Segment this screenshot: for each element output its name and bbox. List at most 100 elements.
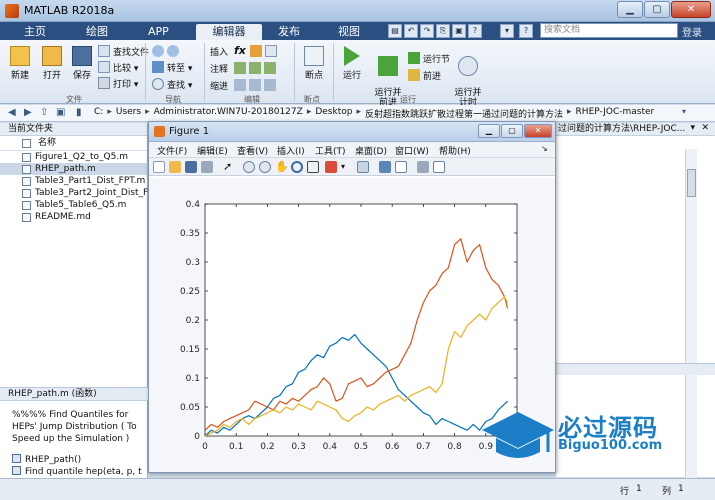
tab-publish[interactable]: 发布 — [268, 24, 310, 40]
save-button[interactable]: 保存 — [68, 46, 96, 81]
detail-function-1[interactable]: RHEP_path() — [12, 454, 81, 465]
zoom-in-icon[interactable] — [243, 161, 255, 173]
row-label: 行 — [620, 487, 630, 497]
open-button[interactable]: 打开 — [38, 46, 66, 81]
menu-tools[interactable]: 工具(T) — [315, 144, 346, 157]
detail-function-2[interactable]: Find quantile hep(eta, p, t — [12, 466, 142, 477]
menu-window[interactable]: 窗口(W) — [395, 144, 429, 157]
tab-view[interactable]: 视图 — [328, 24, 370, 40]
crumb-separator: ▸ — [107, 107, 112, 117]
minimize-button[interactable]: ▁ — [617, 1, 643, 18]
run-section-button[interactable]: 运行节 — [408, 52, 450, 65]
run-time-button[interactable]: 运行并 计时 — [452, 46, 484, 108]
file-item[interactable]: Table3_Part1_Dist_FPT.m — [0, 175, 147, 187]
browse-folder-icon[interactable]: ▣ — [56, 107, 65, 118]
tab-editor[interactable]: 编辑器 — [196, 24, 262, 40]
save-figure-icon[interactable] — [185, 161, 197, 173]
copy-icon[interactable]: ⎘ — [436, 24, 450, 38]
up-folder-icon[interactable]: ⇧ — [40, 107, 48, 118]
legend-icon[interactable] — [395, 161, 407, 173]
figure-minimize-button[interactable]: ▁ — [478, 124, 500, 138]
goto-button[interactable]: 转至 ▾ — [152, 61, 192, 74]
maximize-button[interactable]: ▢ — [644, 1, 670, 18]
scrollbar-thumb[interactable] — [687, 169, 696, 197]
zoom-out-icon[interactable] — [259, 161, 271, 173]
menu-help[interactable]: 帮助(H) — [439, 144, 471, 157]
file-item[interactable]: README.md — [0, 211, 147, 223]
window-title: MATLAB R2018a — [24, 4, 115, 17]
edit-icon-row2[interactable] — [234, 62, 279, 75]
brush-dropdown-icon[interactable]: ▾ — [341, 161, 353, 173]
menu-dock-icon[interactable]: ↘ — [541, 144, 548, 153]
redo-icon[interactable]: ↷ — [420, 24, 434, 38]
insert-button[interactable]: 插入 — [210, 45, 228, 58]
open-file-icon[interactable] — [169, 161, 181, 173]
compare-button[interactable]: 比较 ▾ — [98, 61, 138, 74]
insert-section-icon — [265, 45, 277, 57]
run-button[interactable]: 运行 — [338, 46, 366, 81]
menu-desktop[interactable]: 桌面(D) — [355, 144, 387, 157]
figure-close-button[interactable]: ✕ — [524, 124, 552, 138]
figure-maximize-button[interactable]: ▢ — [501, 124, 523, 138]
comment-button[interactable]: 注释 — [210, 62, 228, 75]
quick-access-dropdown-icon[interactable]: ▾ — [500, 24, 514, 38]
paste-icon[interactable]: ▣ — [452, 24, 466, 38]
crumb-drive[interactable]: C: — [94, 107, 103, 120]
advance-button[interactable]: 前进 — [408, 69, 441, 82]
fx-button[interactable]: fx — [234, 44, 246, 57]
print-button[interactable]: 打印 ▾ — [98, 77, 138, 90]
data-cursor-icon[interactable] — [307, 161, 319, 173]
save-toolbar-icon[interactable]: ▤ — [388, 24, 402, 38]
hide-plot-tools-icon[interactable] — [417, 161, 429, 173]
help-center-icon[interactable]: ? — [519, 24, 533, 38]
new-figure-icon[interactable] — [153, 161, 165, 173]
crumb-repo[interactable]: RHEP-JOC-master — [576, 107, 655, 120]
rotate-3d-icon[interactable] — [291, 161, 303, 173]
pointer-icon[interactable]: ➚ — [223, 161, 235, 173]
print-figure-icon[interactable] — [201, 161, 213, 173]
menu-edit[interactable]: 编辑(E) — [197, 144, 228, 157]
editor-close-icon[interactable]: ✕ — [701, 123, 709, 133]
crumb-user[interactable]: Administrator.WIN7U-20180127Z — [154, 107, 303, 120]
tab-apps[interactable]: APP — [138, 24, 179, 40]
help-icon[interactable]: ? — [468, 24, 482, 38]
address-dropdown-icon[interactable]: ▾ — [682, 107, 686, 116]
m-file-icon — [22, 177, 31, 186]
edit-icon-row1[interactable] — [250, 45, 280, 58]
crumb-users[interactable]: Users — [116, 107, 141, 120]
editor-dropdown-icon[interactable]: ▾ — [690, 123, 695, 133]
show-plot-tools-icon[interactable] — [433, 161, 445, 173]
back-icon[interactable]: ◀ — [8, 107, 16, 118]
file-item[interactable]: Table5_Table6_Q5.m — [0, 199, 147, 211]
file-item[interactable]: RHEP_path.m — [0, 163, 147, 175]
find-files-button[interactable]: 查找文件 — [98, 45, 149, 58]
menu-insert[interactable]: 插入(I) — [277, 144, 305, 157]
find-button[interactable]: 查找 ▾ — [152, 78, 192, 91]
new-button[interactable]: 新建 — [6, 46, 34, 81]
indent-button[interactable]: 缩进 — [210, 79, 228, 92]
brush-icon[interactable] — [325, 161, 337, 173]
colorbar-icon[interactable] — [379, 161, 391, 173]
pan-hand-icon[interactable]: ✋ — [275, 161, 289, 173]
breakpoints-button[interactable]: 断点 — [300, 46, 328, 81]
run-section-label: 运行节 — [423, 55, 451, 65]
menu-view[interactable]: 查看(V) — [237, 144, 268, 157]
login-button[interactable]: 登录 — [682, 24, 702, 39]
group-label-navigate: 导航 — [165, 95, 181, 104]
tab-home[interactable]: 主页 — [14, 24, 56, 40]
crumb-project[interactable]: 反射超指数跳跃扩散过程第一通过问题的计算方法 — [365, 107, 563, 120]
file-item[interactable]: Figure1_Q2_to_Q5.m — [0, 151, 147, 163]
link-plot-icon[interactable] — [357, 161, 369, 173]
edit-icon-row3[interactable] — [234, 79, 279, 92]
menu-file[interactable]: 文件(F) — [157, 144, 187, 157]
search-docs-input[interactable]: 搜索文档 — [540, 23, 678, 38]
advance-icon — [408, 69, 420, 81]
tab-plots[interactable]: 绘图 — [76, 24, 118, 40]
forward-icon[interactable]: ▶ — [24, 107, 32, 118]
crumb-desktop[interactable]: Desktop — [315, 107, 352, 120]
name-column-header[interactable]: 名称 — [0, 136, 147, 151]
close-button[interactable]: ✕ — [671, 1, 711, 18]
back-forward-buttons[interactable] — [152, 45, 182, 58]
undo-icon[interactable]: ↶ — [404, 24, 418, 38]
file-item[interactable]: Table3_Part2_Joint_Dist_FPT — [0, 187, 159, 199]
